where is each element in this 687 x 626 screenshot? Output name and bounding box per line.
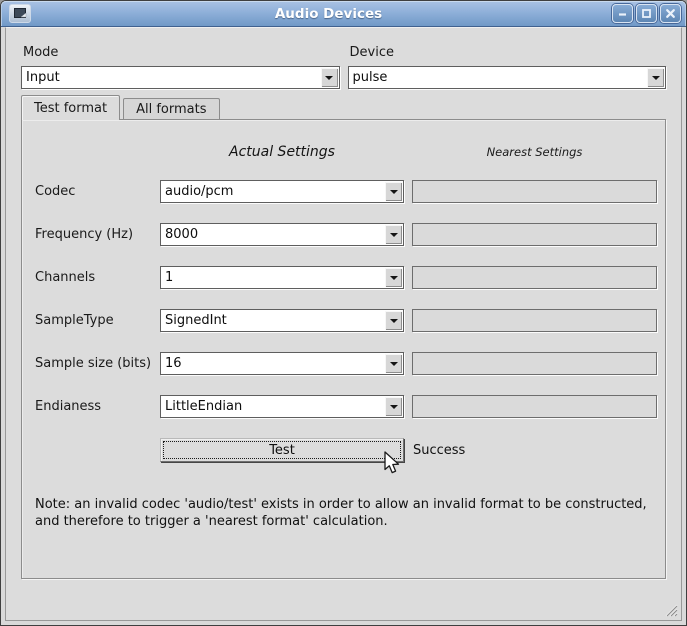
- settings-headers: Actual Settings Nearest Settings: [35, 144, 653, 160]
- window-content: Mode Input Device pulse Test format All …: [5, 27, 682, 621]
- frequency-value: 8000: [165, 227, 198, 242]
- channels-select[interactable]: 1: [160, 266, 404, 289]
- format-rows: Codec audio/pcm Frequency (Hz) 8000: [35, 180, 653, 418]
- nearest-settings-header: Nearest Settings: [412, 145, 657, 159]
- endianess-value: LittleEndian: [165, 399, 242, 414]
- sampletype-row: SampleType SignedInt: [35, 309, 653, 332]
- chevron-down-icon: [385, 268, 402, 287]
- samplesize-value: 16: [165, 356, 182, 371]
- samplesize-select[interactable]: 16: [160, 352, 404, 375]
- maximize-icon: [641, 8, 652, 19]
- minimize-button[interactable]: [612, 4, 633, 23]
- endianess-row: Endianess LittleEndian: [35, 395, 653, 418]
- endianess-select[interactable]: LittleEndian: [160, 395, 404, 418]
- device-label: Device: [350, 45, 667, 60]
- channels-nearest-field: [412, 266, 657, 289]
- samplesize-label: Sample size (bits): [35, 356, 160, 371]
- device-value: pulse: [353, 70, 388, 85]
- mode-label: Mode: [23, 45, 340, 60]
- codec-label: Codec: [35, 184, 160, 199]
- close-icon: [665, 8, 676, 19]
- codec-nearest-field: [412, 180, 657, 203]
- sampletype-value: SignedInt: [165, 313, 227, 328]
- frequency-nearest-field: [412, 223, 657, 246]
- test-format-panel: Actual Settings Nearest Settings Codec a…: [21, 119, 666, 579]
- mode-value: Input: [26, 70, 60, 85]
- audio-devices-window: Audio Devices Mode: [0, 0, 687, 626]
- window-title: Audio Devices: [61, 6, 596, 22]
- note-text: Note: an invalid codec 'audio/test' exis…: [35, 496, 653, 530]
- channels-row: Channels 1: [35, 266, 653, 289]
- chevron-down-icon: [385, 311, 402, 330]
- samplesize-nearest-field: [412, 352, 657, 375]
- sampletype-select[interactable]: SignedInt: [160, 309, 404, 332]
- titlebar[interactable]: Audio Devices: [1, 1, 686, 27]
- chevron-down-icon: [385, 354, 402, 373]
- window-controls: [609, 4, 681, 23]
- test-result-text: Success: [413, 443, 465, 458]
- sampletype-label: SampleType: [35, 313, 160, 328]
- chevron-down-icon: [321, 68, 338, 87]
- close-button[interactable]: [660, 4, 681, 23]
- channels-label: Channels: [35, 270, 160, 285]
- frequency-label: Frequency (Hz): [35, 227, 160, 242]
- tab-all-formats[interactable]: All formats: [123, 98, 219, 119]
- endianess-label: Endianess: [35, 399, 160, 414]
- window-icon-glyph: [14, 8, 27, 19]
- test-button[interactable]: Test: [160, 438, 404, 462]
- chevron-down-icon: [647, 68, 664, 87]
- mode-field: Mode Input: [21, 45, 340, 89]
- test-row: Test Success: [35, 438, 653, 462]
- chevron-down-icon: [385, 397, 402, 416]
- codec-select[interactable]: audio/pcm: [160, 180, 404, 203]
- chevron-down-icon: [385, 225, 402, 244]
- codec-value: audio/pcm: [165, 184, 233, 199]
- channels-value: 1: [165, 270, 173, 285]
- tab-bar: Test format All formats: [21, 95, 666, 119]
- endianess-nearest-field: [412, 395, 657, 418]
- actual-settings-header: Actual Settings: [160, 144, 404, 160]
- window-menu-icon[interactable]: [9, 4, 31, 23]
- frequency-row: Frequency (Hz) 8000: [35, 223, 653, 246]
- maximize-button[interactable]: [636, 4, 657, 23]
- frequency-select[interactable]: 8000: [160, 223, 404, 246]
- resize-grip-icon[interactable]: [662, 601, 678, 617]
- test-button-label: Test: [269, 443, 295, 458]
- mode-select[interactable]: Input: [21, 66, 340, 89]
- sampletype-nearest-field: [412, 309, 657, 332]
- chevron-down-icon: [385, 182, 402, 201]
- minimize-icon: [617, 8, 628, 19]
- tab-test-format[interactable]: Test format: [21, 95, 120, 120]
- samplesize-row: Sample size (bits) 16: [35, 352, 653, 375]
- device-select[interactable]: pulse: [348, 66, 667, 89]
- codec-row: Codec audio/pcm: [35, 180, 653, 203]
- device-field: Device pulse: [348, 45, 667, 89]
- mode-device-row: Mode Input Device pulse: [21, 45, 666, 89]
